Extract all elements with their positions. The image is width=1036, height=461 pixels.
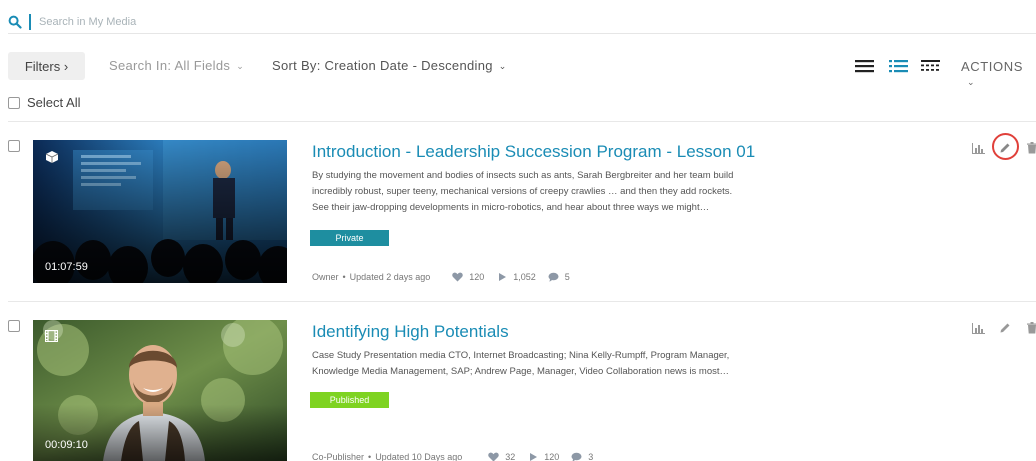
select-all-checkbox[interactable] [8, 96, 20, 109]
delete-icon[interactable] [1024, 140, 1036, 156]
delete-icon[interactable] [1024, 320, 1036, 336]
compact-view-icon[interactable] [921, 58, 941, 74]
select-all[interactable]: Select All [8, 95, 80, 110]
description-line: Case Study Presentation media CTO, Inter… [312, 350, 730, 361]
comments-stat: 3 [571, 452, 593, 461]
search-in-label: Search In: All Fields [109, 58, 231, 73]
status-badge: Private [310, 230, 389, 246]
entry-checkbox[interactable] [8, 320, 20, 332]
chevron-down-icon: ⌄ [236, 61, 245, 71]
actions-label: ACTIONS [961, 59, 1023, 74]
entry-description: By studying the movement and bodies of i… [312, 168, 787, 216]
search-icon[interactable] [8, 15, 22, 29]
updated-label: Updated 2 days ago [349, 272, 431, 282]
comments-count: 5 [564, 272, 570, 282]
likes-count: 32 [505, 452, 516, 461]
description-line: Knowledge Media Management, SAP; Andrew … [312, 366, 730, 377]
entry-checkbox[interactable] [8, 140, 20, 152]
plays-stat: 1,052 [498, 272, 536, 282]
entry-title[interactable]: Introduction - Leadership Succession Pro… [312, 142, 755, 162]
search-bar [8, 10, 1036, 34]
play-icon [499, 273, 507, 281]
role-label: Owner [312, 272, 339, 282]
heart-icon [488, 452, 499, 461]
highlight-circle [992, 133, 1019, 160]
comment-icon [548, 272, 559, 282]
comments-stat: 5 [548, 272, 570, 282]
entry-thumbnail[interactable]: 01:07:59 [33, 140, 287, 283]
sort-by-label: Sort By: Creation Date - Descending [272, 58, 493, 73]
updated-label: Updated 10 Days ago [375, 452, 463, 461]
plays-stat: 120 [529, 452, 559, 461]
film-icon [45, 330, 58, 342]
edit-icon[interactable] [997, 320, 1013, 336]
list-view-icon[interactable] [889, 58, 909, 74]
details-view-icon[interactable] [855, 58, 875, 74]
description-line: By studying the movement and bodies of i… [312, 170, 734, 181]
analytics-icon[interactable] [970, 140, 986, 156]
play-icon [530, 453, 538, 461]
entry-description: Case Study Presentation media CTO, Inter… [312, 348, 787, 380]
comments-count: 3 [588, 452, 594, 461]
description-line: incredibly robust, super teeny, mechanic… [312, 186, 733, 197]
plays-count: 120 [544, 452, 560, 461]
likes-stat: 120 [452, 272, 484, 282]
heart-icon [452, 272, 463, 282]
duration-label: 00:09:10 [45, 439, 88, 451]
likes-count: 120 [469, 272, 485, 282]
plays-count: 1,052 [513, 272, 536, 282]
comment-icon [571, 452, 582, 461]
actions-dropdown[interactable]: ACTIONS ⌄ [961, 59, 1036, 89]
entry-meta: Owner • Updated 2 days ago 120 1,052 5 [312, 272, 570, 282]
status-badge: Published [310, 392, 389, 408]
chevron-down-icon: ⌄ [967, 77, 976, 87]
cube-icon [45, 150, 59, 164]
likes-stat: 32 [488, 452, 515, 461]
filters-button[interactable]: Filters › [8, 52, 85, 80]
toolbar: Filters › Search In: All Fields ⌄ Sort By… [0, 50, 1036, 87]
analytics-icon[interactable] [970, 320, 986, 336]
entry-meta: Co-Publisher • Updated 10 Days ago 32 12… [312, 452, 593, 461]
bullet: • [368, 452, 372, 461]
sort-by-dropdown[interactable]: Sort By: Creation Date - Descending ⌄ [272, 58, 507, 73]
entry-thumbnail[interactable]: 00:09:10 [33, 320, 287, 461]
duration-label: 01:07:59 [45, 261, 88, 273]
list-item: 01:07:59 Introduction - Leadership Succe… [0, 133, 1036, 290]
row-actions [970, 320, 1036, 336]
divider [8, 121, 1036, 122]
chevron-down-icon: ⌄ [498, 61, 507, 71]
bullet: • [342, 272, 346, 282]
role-label: Co-Publisher [312, 452, 365, 461]
description-line: See their jaw-dropping developments in m… [312, 202, 710, 213]
search-input[interactable] [39, 15, 439, 28]
search-separator [29, 13, 31, 30]
select-all-label: Select All [27, 95, 81, 110]
entry-title[interactable]: Identifying High Potentials [312, 322, 509, 342]
search-in-dropdown[interactable]: Search In: All Fields ⌄ [109, 58, 244, 73]
list-item: 00:09:10 Identifying High Potentials Cas… [0, 320, 1036, 461]
divider [8, 301, 1036, 302]
